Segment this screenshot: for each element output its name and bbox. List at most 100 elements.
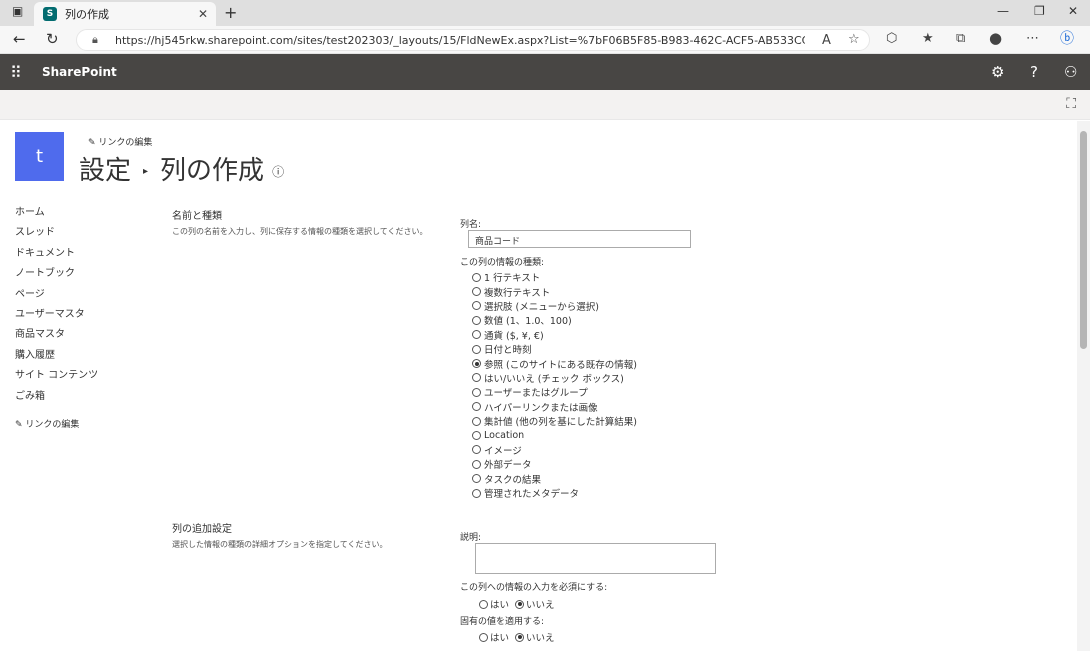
type-option-choice[interactable]: 選択肢 (メニューから選択) bbox=[472, 299, 637, 313]
add-favorite-icon[interactable]: ☆ bbox=[848, 32, 860, 47]
nav-item-recycle-bin[interactable]: ごみ箱 bbox=[15, 390, 98, 410]
ribbon-bar: ⛶ bbox=[0, 90, 1090, 120]
left-navigation: ホーム スレッド ドキュメント ノートブック ページ ユーザーマスタ 商品マスタ… bbox=[15, 206, 98, 438]
section-name-type-description: この列の名前を入力し、列に保存する情報の種類を選択してください。 bbox=[172, 227, 428, 236]
radio-button[interactable] bbox=[472, 330, 481, 340]
page-scrollbar[interactable] bbox=[1077, 121, 1090, 651]
more-options-icon[interactable]: ⋯ bbox=[1026, 31, 1039, 46]
type-option-lookup[interactable]: 参照 (このサイトにある既存の情報) bbox=[472, 356, 637, 371]
sharepoint-brand[interactable]: SharePoint bbox=[42, 65, 117, 79]
nav-edit-links[interactable]: ✎ リンクの編集 bbox=[15, 418, 98, 438]
required-yes-label[interactable]: はい bbox=[490, 597, 509, 611]
required-no-label[interactable]: いいえ bbox=[526, 597, 555, 611]
site-logo[interactable]: t bbox=[15, 132, 64, 181]
radio-button[interactable] bbox=[472, 402, 481, 412]
unique-yes-label[interactable]: はい bbox=[490, 630, 509, 644]
help-icon[interactable]: ? bbox=[1030, 63, 1038, 81]
browser-tab[interactable]: S 列の作成 ✕ bbox=[34, 2, 216, 26]
nav-item-site-contents[interactable]: サイト コンテンツ bbox=[15, 369, 98, 389]
radio-button[interactable] bbox=[472, 430, 481, 440]
minimize-icon[interactable]: — bbox=[997, 4, 1009, 18]
unique-no-label[interactable]: いいえ bbox=[526, 630, 555, 644]
type-option-currency[interactable]: 通貨 ($, ¥, €) bbox=[472, 328, 637, 342]
nav-item-threads[interactable]: スレッド bbox=[15, 226, 98, 246]
type-option-calculated[interactable]: 集計値 (他の列を基にした計算結果) bbox=[472, 414, 637, 428]
breadcrumb-separator-icon: ▸ bbox=[143, 166, 149, 177]
radio-button[interactable] bbox=[472, 474, 481, 484]
app-launcher-icon[interactable]: ⠿ bbox=[10, 63, 22, 82]
type-option-hyperlink[interactable]: ハイパーリンクまたは画像 bbox=[472, 400, 637, 414]
nav-item-notebook[interactable]: ノートブック bbox=[15, 267, 98, 287]
nav-item-user-master[interactable]: ユーザーマスタ bbox=[15, 308, 98, 328]
breadcrumb-settings[interactable]: 設定 bbox=[79, 156, 131, 186]
required-label: この列への情報の入力を必須にする: bbox=[460, 583, 608, 593]
type-option-multi-line[interactable]: 複数行テキスト bbox=[472, 284, 637, 299]
type-option-task-outcome[interactable]: タスクの結果 bbox=[472, 471, 637, 486]
nav-item-product-master[interactable]: 商品マスタ bbox=[15, 328, 98, 348]
lock-icon[interactable]: 🔒︎ bbox=[92, 33, 98, 47]
radio-button[interactable] bbox=[472, 301, 481, 311]
nav-item-purchase-history[interactable]: 購入履歴 bbox=[15, 349, 98, 369]
column-name-input[interactable]: 商品コード bbox=[468, 230, 691, 248]
browser-tab-strip: ▣ S 列の作成 ✕ + — ❐ ✕ bbox=[0, 0, 1090, 26]
type-option-image[interactable]: イメージ bbox=[472, 443, 637, 457]
radio-button[interactable] bbox=[472, 373, 481, 383]
type-option-datetime[interactable]: 日付と時刻 bbox=[472, 342, 637, 356]
nav-item-home[interactable]: ホーム bbox=[15, 206, 98, 226]
scrollbar-thumb[interactable] bbox=[1080, 131, 1087, 349]
nav-item-pages[interactable]: ページ bbox=[15, 288, 98, 308]
radio-button[interactable] bbox=[472, 387, 481, 397]
restore-icon[interactable]: ❐ bbox=[1034, 4, 1045, 18]
description-textarea[interactable] bbox=[475, 543, 716, 574]
description-label: 説明: bbox=[460, 533, 482, 543]
collections-icon[interactable]: ⧉ bbox=[956, 31, 965, 46]
radio-button[interactable] bbox=[472, 445, 481, 455]
type-option-managed-metadata[interactable]: 管理されたメタデータ bbox=[472, 486, 637, 500]
suite-bar: ⠿ SharePoint ⚙ ? ⚇ bbox=[0, 54, 1090, 90]
unique-yes-radio[interactable] bbox=[479, 632, 488, 642]
type-option-external-data[interactable]: 外部データ bbox=[472, 457, 637, 471]
favorites-icon[interactable]: ★ bbox=[922, 31, 934, 46]
info-icon[interactable]: ⓘ bbox=[272, 165, 284, 179]
section-additional-description: 選択した情報の種類の詳細オプションを指定してください。 bbox=[172, 540, 388, 549]
bing-icon[interactable]: ⓑ bbox=[1060, 28, 1074, 48]
account-icon[interactable]: ⚇ bbox=[1064, 63, 1077, 81]
close-tab-icon[interactable]: ✕ bbox=[198, 7, 208, 21]
column-type-label: この列の情報の種類: bbox=[460, 258, 545, 268]
radio-button[interactable] bbox=[472, 416, 481, 426]
address-bar[interactable]: 🔒︎ https://hj545rkw.sharepoint.com/sites… bbox=[76, 29, 870, 51]
edit-links-top[interactable]: ✎ リンクの編集 bbox=[88, 135, 152, 148]
focus-mode-icon[interactable]: ⛶ bbox=[1066, 96, 1076, 112]
radio-button[interactable] bbox=[472, 272, 481, 282]
url-text[interactable]: https://hj545rkw.sharepoint.com/sites/te… bbox=[115, 34, 805, 47]
type-option-person[interactable]: ユーザーまたはグループ bbox=[472, 385, 637, 399]
settings-gear-icon[interactable]: ⚙ bbox=[991, 63, 1004, 81]
required-no-radio[interactable] bbox=[515, 599, 525, 609]
profile-icon[interactable]: ● bbox=[989, 29, 1002, 47]
read-aloud-icon[interactable]: A bbox=[822, 33, 831, 48]
radio-button[interactable] bbox=[472, 287, 481, 297]
section-additional-title: 列の追加設定 bbox=[172, 524, 232, 535]
type-option-single-line[interactable]: 1 行テキスト bbox=[472, 270, 637, 284]
tab-actions-icon[interactable]: ▣ bbox=[12, 4, 23, 18]
edit-links-label: リンクの編集 bbox=[98, 138, 153, 148]
close-window-icon[interactable]: ✕ bbox=[1068, 4, 1078, 18]
type-option-number[interactable]: 数値 (1、1.0、100) bbox=[472, 313, 637, 327]
refresh-icon[interactable]: ↻ bbox=[46, 30, 59, 48]
required-yes-radio[interactable] bbox=[479, 599, 488, 609]
type-option-yes-no[interactable]: はい/いいえ (チェック ボックス) bbox=[472, 371, 637, 385]
back-icon[interactable]: ← bbox=[13, 30, 26, 48]
column-type-radio-group: 1 行テキスト 複数行テキスト 選択肢 (メニューから選択) 数値 (1、1.0… bbox=[472, 270, 637, 500]
type-option-location[interactable]: Location bbox=[472, 428, 637, 442]
nav-item-documents[interactable]: ドキュメント bbox=[15, 247, 98, 267]
pencil-icon: ✎ bbox=[15, 419, 23, 430]
column-name-label: 列名: bbox=[460, 220, 482, 230]
unique-no-radio[interactable] bbox=[515, 632, 525, 642]
radio-button[interactable] bbox=[472, 315, 481, 325]
extensions-icon[interactable]: ⬡ bbox=[886, 31, 897, 46]
radio-button[interactable] bbox=[472, 344, 481, 354]
radio-button-selected[interactable] bbox=[472, 359, 481, 369]
radio-button[interactable] bbox=[472, 488, 481, 498]
radio-button[interactable] bbox=[472, 459, 481, 469]
new-tab-icon[interactable]: + bbox=[224, 3, 237, 22]
